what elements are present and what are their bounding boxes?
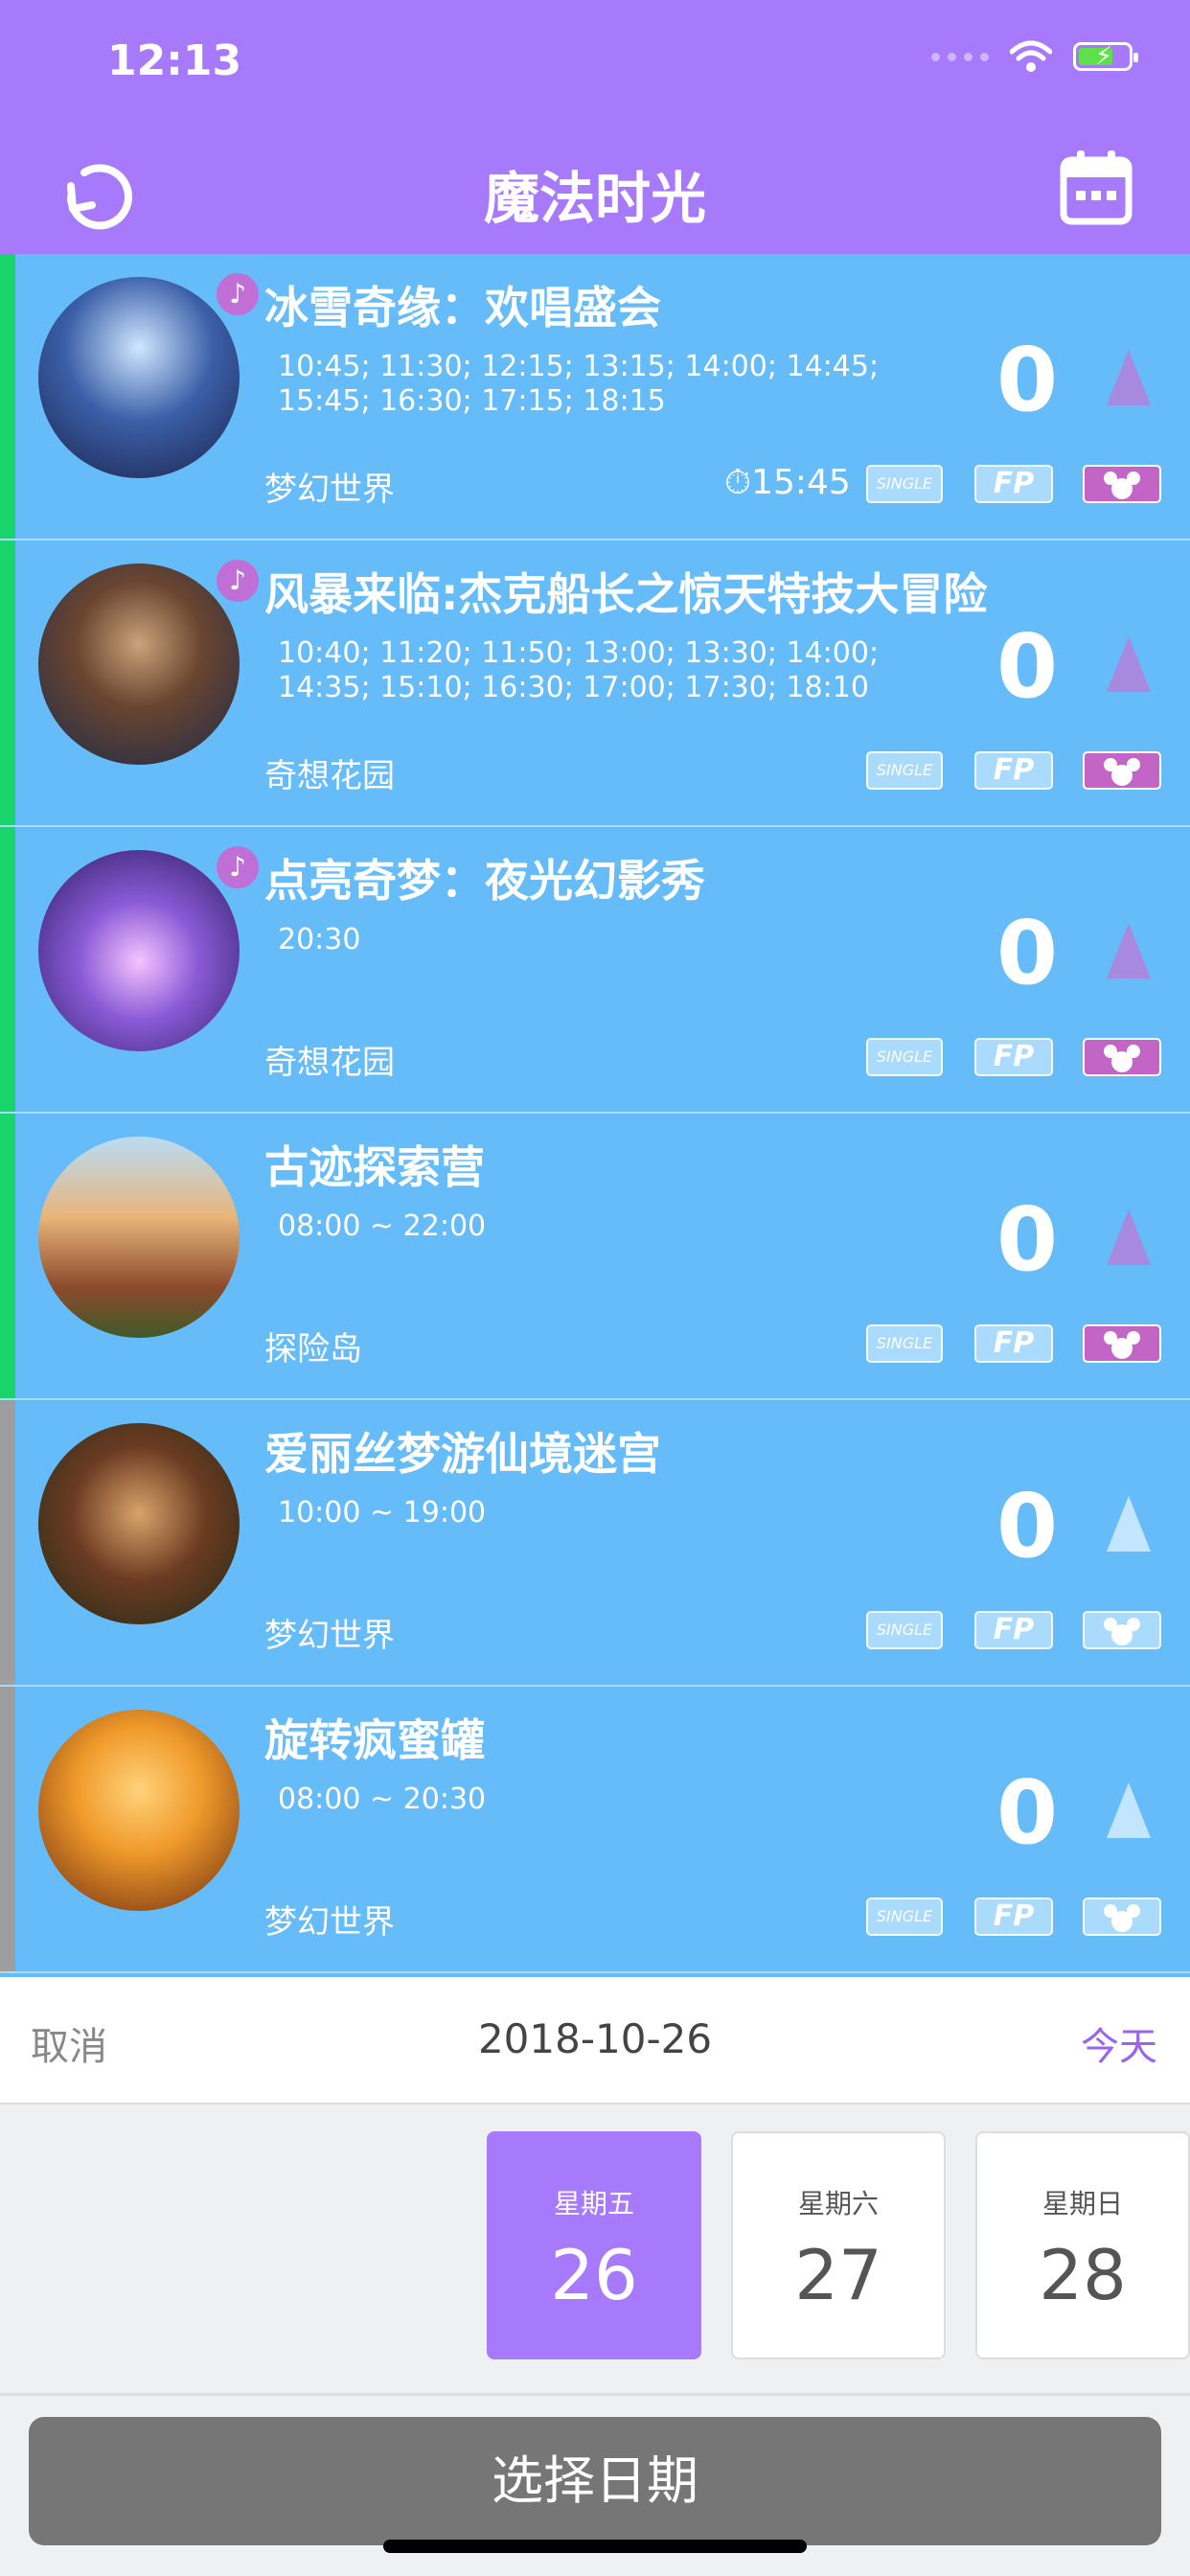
attraction-row[interactable]: 旋转疯蜜罐 08:00 ~ 20:30 梦幻世界 0 SINGLE FP [0, 1687, 1190, 1973]
battery-icon: ⚡ [1073, 42, 1138, 71]
park-area: 奇想花园 [264, 1044, 395, 1082]
navigation-header: 12:13 ⚡ 魔法时光 [0, 0, 1190, 254]
fastpass-badge: FP [974, 1324, 1053, 1363]
status-strip [0, 254, 15, 539]
attraction-thumbnail [38, 850, 240, 1051]
park-area: 梦幻世界 [264, 1903, 395, 1942]
navigate-arrow-icon[interactable] [1107, 636, 1151, 692]
attraction-name: 点亮奇梦：夜光幻影秀 [264, 855, 705, 907]
wait-time: 0 [996, 1188, 1059, 1291]
wait-time: 0 [996, 615, 1059, 718]
weekday-label: 星期日 [1041, 2188, 1123, 2220]
attraction-thumbnail [38, 1137, 240, 1338]
weekday-label: 星期五 [553, 2188, 634, 2220]
mickey-icon [1083, 465, 1161, 503]
day-cell[interactable]: 星期六 27 [731, 2131, 946, 2359]
picker-toolbar: 取消 2018-10-26 今天 [0, 1977, 1190, 2104]
fastpass-badge: FP [974, 1611, 1053, 1649]
park-area: 梦幻世界 [264, 1617, 395, 1655]
attraction-row[interactable]: 爱丽丝梦游仙境迷宫 10:00 ~ 19:00 梦幻世界 0 SINGLE FP [0, 1400, 1190, 1687]
status-strip [0, 1687, 15, 1971]
navigate-arrow-icon[interactable] [1107, 1782, 1151, 1838]
music-note-icon: ♪ [217, 846, 259, 888]
navigate-arrow-icon[interactable] [1107, 350, 1151, 405]
home-indicator[interactable] [383, 2540, 807, 2553]
single-rider-badge: SINGLE [866, 1898, 943, 1936]
fastpass-time: ⏱15:45 [724, 463, 851, 502]
attraction-row[interactable]: ♪ 点亮奇梦：夜光幻影秀 20:30 奇想花园 0 SINGLE FP [0, 827, 1190, 1114]
attraction-name: 古迹探索营 [264, 1141, 485, 1193]
wifi-icon [1010, 40, 1052, 72]
attraction-name: 冰雪奇缘：欢唱盛会 [264, 282, 661, 334]
showtimes: 10:00 ~ 19:00 [278, 1496, 487, 1530]
mickey-icon [1083, 1898, 1161, 1936]
weekday-label: 星期六 [797, 2188, 879, 2220]
day-number: 26 [550, 2235, 638, 2315]
showtimes: 08:00 ~ 22:00 [278, 1209, 487, 1243]
attraction-name: 爱丽丝梦游仙境迷宫 [264, 1428, 661, 1480]
park-area: 梦幻世界 [264, 471, 395, 509]
single-rider-badge: SINGLE [866, 465, 943, 503]
timer-icon: ⏱ [724, 463, 752, 502]
wait-time: 0 [996, 1761, 1059, 1864]
wait-time: 0 [996, 902, 1059, 1004]
day-cell[interactable]: 星期五 26 [487, 2131, 701, 2359]
choose-date-button[interactable]: 选择日期 [29, 2417, 1161, 2545]
park-area: 奇想花园 [264, 757, 395, 795]
attraction-row[interactable]: ♪ 风暴来临:杰克船长之惊天特技大冒险 10:40; 11:20; 11:50;… [0, 540, 1190, 827]
showtimes: 08:00 ~ 20:30 [278, 1782, 487, 1816]
attraction-name: 风暴来临:杰克船长之惊天特技大冒险 [264, 568, 988, 620]
single-rider-badge: SINGLE [866, 1038, 943, 1076]
attraction-row[interactable]: 古迹探索营 08:00 ~ 22:00 探险岛 0 SINGLE FP [0, 1114, 1190, 1400]
day-number: 28 [1039, 2235, 1127, 2315]
attraction-list[interactable]: ♪ 冰雪奇缘：欢唱盛会 10:45; 11:30; 12:15; 13:15; … [0, 254, 1190, 1973]
single-rider-badge: SINGLE [866, 1324, 943, 1363]
navigate-arrow-icon[interactable] [1107, 923, 1151, 978]
status-strip [0, 1114, 15, 1398]
navigate-arrow-icon[interactable] [1107, 1496, 1151, 1552]
status-icons: ⚡ [931, 40, 1138, 73]
park-area: 探险岛 [264, 1330, 362, 1368]
attraction-thumbnail [38, 277, 240, 478]
single-rider-badge: SINGLE [866, 1611, 943, 1649]
page-title: 魔法时光 [483, 166, 706, 231]
status-strip [0, 827, 15, 1112]
fastpass-badge: FP [974, 465, 1053, 503]
status-strip [0, 1400, 15, 1685]
status-time: 12:13 [107, 36, 242, 85]
status-strip [0, 540, 15, 825]
showtimes: 10:40; 11:20; 11:50; 13:00; 13:30; 14:00… [278, 636, 880, 704]
today-button[interactable]: 今天 [1081, 2015, 1157, 2071]
day-cell[interactable]: 星期日 28 [975, 2131, 1190, 2359]
music-note-icon: ♪ [217, 273, 259, 315]
day-number: 27 [794, 2235, 882, 2315]
calendar-icon[interactable] [1060, 149, 1133, 225]
attraction-thumbnail [38, 564, 240, 765]
music-note-icon: ♪ [217, 560, 259, 602]
navigate-arrow-icon[interactable] [1107, 1209, 1151, 1265]
divider [0, 2393, 1190, 2396]
mickey-icon [1083, 1324, 1161, 1363]
showtimes: 10:45; 11:30; 12:15; 13:15; 14:00; 14:45… [278, 350, 880, 418]
mickey-icon [1083, 1611, 1161, 1649]
attraction-row[interactable]: ♪ 冰雪奇缘：欢唱盛会 10:45; 11:30; 12:15; 13:15; … [0, 254, 1190, 540]
fastpass-badge: FP [974, 751, 1053, 790]
showtimes: 20:30 [278, 923, 361, 956]
single-rider-badge: SINGLE [866, 751, 943, 790]
wait-time: 0 [996, 1475, 1059, 1577]
signal-icon [931, 52, 989, 61]
selected-date: 2018-10-26 [477, 2015, 713, 2062]
wait-time: 0 [996, 329, 1059, 431]
fastpass-badge: FP [974, 1898, 1053, 1936]
attraction-name: 旋转疯蜜罐 [264, 1714, 485, 1766]
mickey-icon [1083, 1038, 1161, 1076]
attraction-thumbnail [38, 1710, 240, 1911]
mickey-icon [1083, 751, 1161, 790]
fastpass-badge: FP [974, 1038, 1053, 1076]
attraction-thumbnail [38, 1423, 240, 1624]
